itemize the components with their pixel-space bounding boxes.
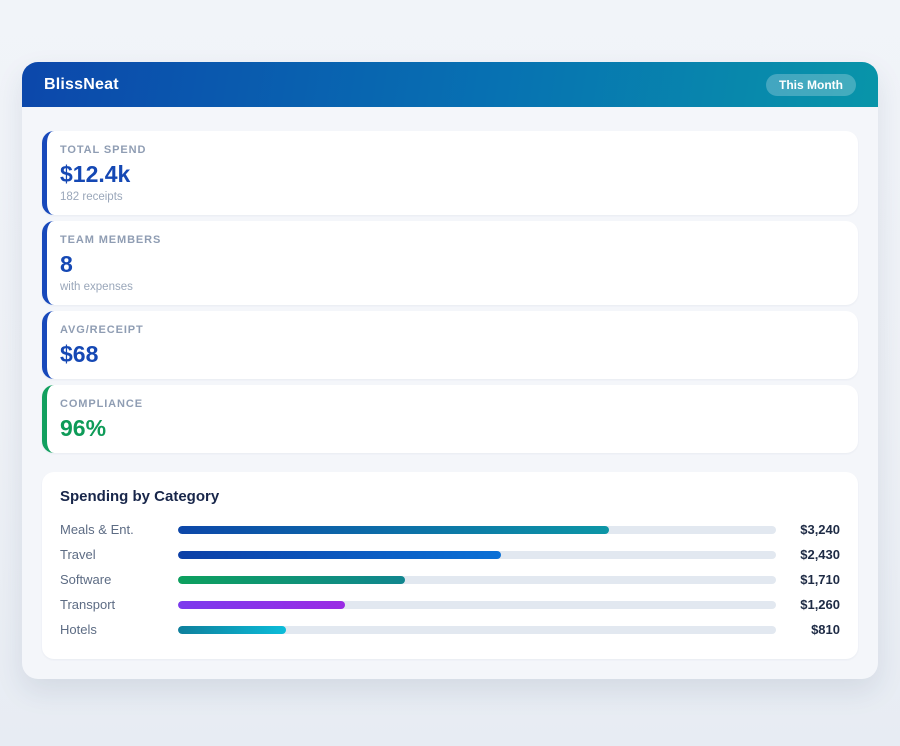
bar-fill (178, 526, 609, 534)
dashboard-panel: BlissNeat This Month TOTAL SPEND $12.4k … (22, 62, 878, 679)
stat-value: $12.4k (60, 161, 842, 187)
stat-card-avg-receipt: AVG/RECEIPT $68 (42, 311, 858, 379)
category-value: $2,430 (785, 547, 840, 562)
bar-track (178, 526, 776, 534)
dashboard-content: TOTAL SPEND $12.4k 182 receipts TEAM MEM… (22, 107, 878, 679)
stat-label: TOTAL SPEND (60, 144, 842, 156)
stat-value: 96% (60, 415, 842, 441)
bar-fill (178, 626, 286, 634)
app-title: BlissNeat (44, 76, 119, 94)
stat-subtext: with expenses (60, 281, 842, 293)
chart-row: Hotels $810 (60, 617, 840, 642)
stat-value: $68 (60, 341, 842, 367)
stat-subtext: 182 receipts (60, 191, 842, 203)
category-label: Transport (60, 597, 178, 612)
category-value: $3,240 (785, 522, 840, 537)
bar-track (178, 551, 776, 559)
chart-row: Software $1,710 (60, 567, 840, 592)
category-label: Meals & Ent. (60, 522, 178, 537)
stat-card-team-members: TEAM MEMBERS 8 with expenses (42, 221, 858, 305)
bar-track (178, 601, 776, 609)
category-value: $1,260 (785, 597, 840, 612)
stat-label: TEAM MEMBERS (60, 234, 842, 246)
category-label: Software (60, 572, 178, 587)
bar-fill (178, 551, 501, 559)
chart-row: Transport $1,260 (60, 592, 840, 617)
spending-by-category-chart: Spending by Category Meals & Ent. $3,240 T… (42, 472, 858, 659)
category-label: Travel (60, 547, 178, 562)
category-label: Hotels (60, 622, 178, 637)
category-value: $1,710 (785, 572, 840, 587)
bar-fill (178, 576, 405, 584)
stat-label: AVG/RECEIPT (60, 324, 842, 336)
stat-value: 8 (60, 251, 842, 277)
period-badge[interactable]: This Month (766, 74, 856, 96)
bar-track (178, 626, 776, 634)
category-value: $810 (785, 622, 840, 637)
chart-row: Meals & Ent. $3,240 (60, 517, 840, 542)
stat-card-total-spend: TOTAL SPEND $12.4k 182 receipts (42, 131, 858, 215)
bar-track (178, 576, 776, 584)
stat-card-compliance: COMPLIANCE 96% (42, 385, 858, 453)
app-header: BlissNeat This Month (22, 62, 878, 107)
chart-rows: Meals & Ent. $3,240 Travel $2,430 Software $1… (60, 517, 840, 642)
bar-fill (178, 601, 345, 609)
stat-label: COMPLIANCE (60, 398, 842, 410)
chart-row: Travel $2,430 (60, 542, 840, 567)
chart-title: Spending by Category (60, 488, 840, 505)
